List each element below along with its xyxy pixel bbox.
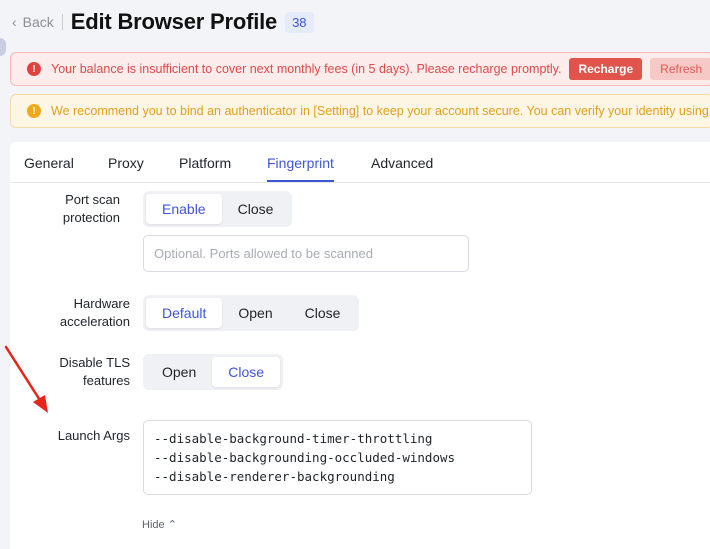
- tab-bar: General Proxy Platform Fingerprint Advan…: [10, 142, 710, 183]
- launch-args-textarea[interactable]: [143, 420, 532, 495]
- tab-platform[interactable]: Platform: [179, 155, 231, 171]
- hardware-acceleration-toggle: Default Open Close: [143, 295, 360, 331]
- profile-form-card: General Proxy Platform Fingerprint Advan…: [10, 142, 710, 549]
- recharge-button[interactable]: Recharge: [569, 58, 643, 80]
- security-alert: ! We recommend you to bind an authentica…: [10, 94, 710, 128]
- port-scan-toggle: Enable Close: [143, 191, 293, 227]
- balance-alert: ! Your balance is insufficient to cover …: [10, 52, 710, 86]
- warning-icon: !: [27, 104, 41, 118]
- back-label: Back: [22, 14, 54, 30]
- balance-alert-text: Your balance is insufficient to cover ne…: [51, 62, 562, 76]
- hide-label: Hide: [142, 519, 165, 531]
- side-indicator: [0, 38, 6, 56]
- page-title: Edit Browser Profile: [70, 9, 278, 34]
- tab-fingerprint[interactable]: Fingerprint: [267, 155, 334, 171]
- disable-tls-toggle: Open Close: [143, 354, 284, 390]
- tab-advanced[interactable]: Advanced: [371, 155, 433, 171]
- tls-open-option[interactable]: Open: [146, 357, 212, 387]
- back-button[interactable]: ‹ Back: [12, 14, 54, 30]
- profile-number-badge: 38: [285, 11, 314, 33]
- hardware-close-option[interactable]: Close: [289, 298, 357, 328]
- header-divider: [61, 14, 63, 30]
- port-scan-close-option[interactable]: Close: [222, 194, 290, 224]
- page-header: ‹ Back Edit Browser Profile 38: [12, 6, 314, 38]
- port-scan-label: Port scan protection: [62, 192, 120, 225]
- hardware-acceleration-label: Hardware acceleration: [59, 296, 130, 329]
- launch-args-label: Launch Args: [57, 428, 130, 443]
- tls-close-option[interactable]: Close: [212, 357, 281, 387]
- hide-toggle-link[interactable]: Hide ⌃: [142, 518, 177, 531]
- chevron-left-icon: ‹: [12, 14, 17, 30]
- hardware-default-option[interactable]: Default: [146, 298, 223, 328]
- disable-tls-label: Disable TLS features: [59, 355, 130, 388]
- active-tab-indicator: [267, 180, 334, 182]
- tab-general[interactable]: General: [24, 155, 74, 171]
- hardware-open-option[interactable]: Open: [222, 298, 288, 328]
- tab-proxy[interactable]: Proxy: [108, 155, 144, 171]
- security-alert-text: We recommend you to bind an authenticato…: [51, 104, 709, 118]
- error-icon: !: [27, 62, 41, 76]
- chevron-up-icon: ⌃: [167, 519, 177, 531]
- port-scan-enable-option[interactable]: Enable: [146, 194, 222, 224]
- refresh-button[interactable]: Refresh: [650, 58, 710, 80]
- allowed-ports-input[interactable]: [143, 235, 469, 272]
